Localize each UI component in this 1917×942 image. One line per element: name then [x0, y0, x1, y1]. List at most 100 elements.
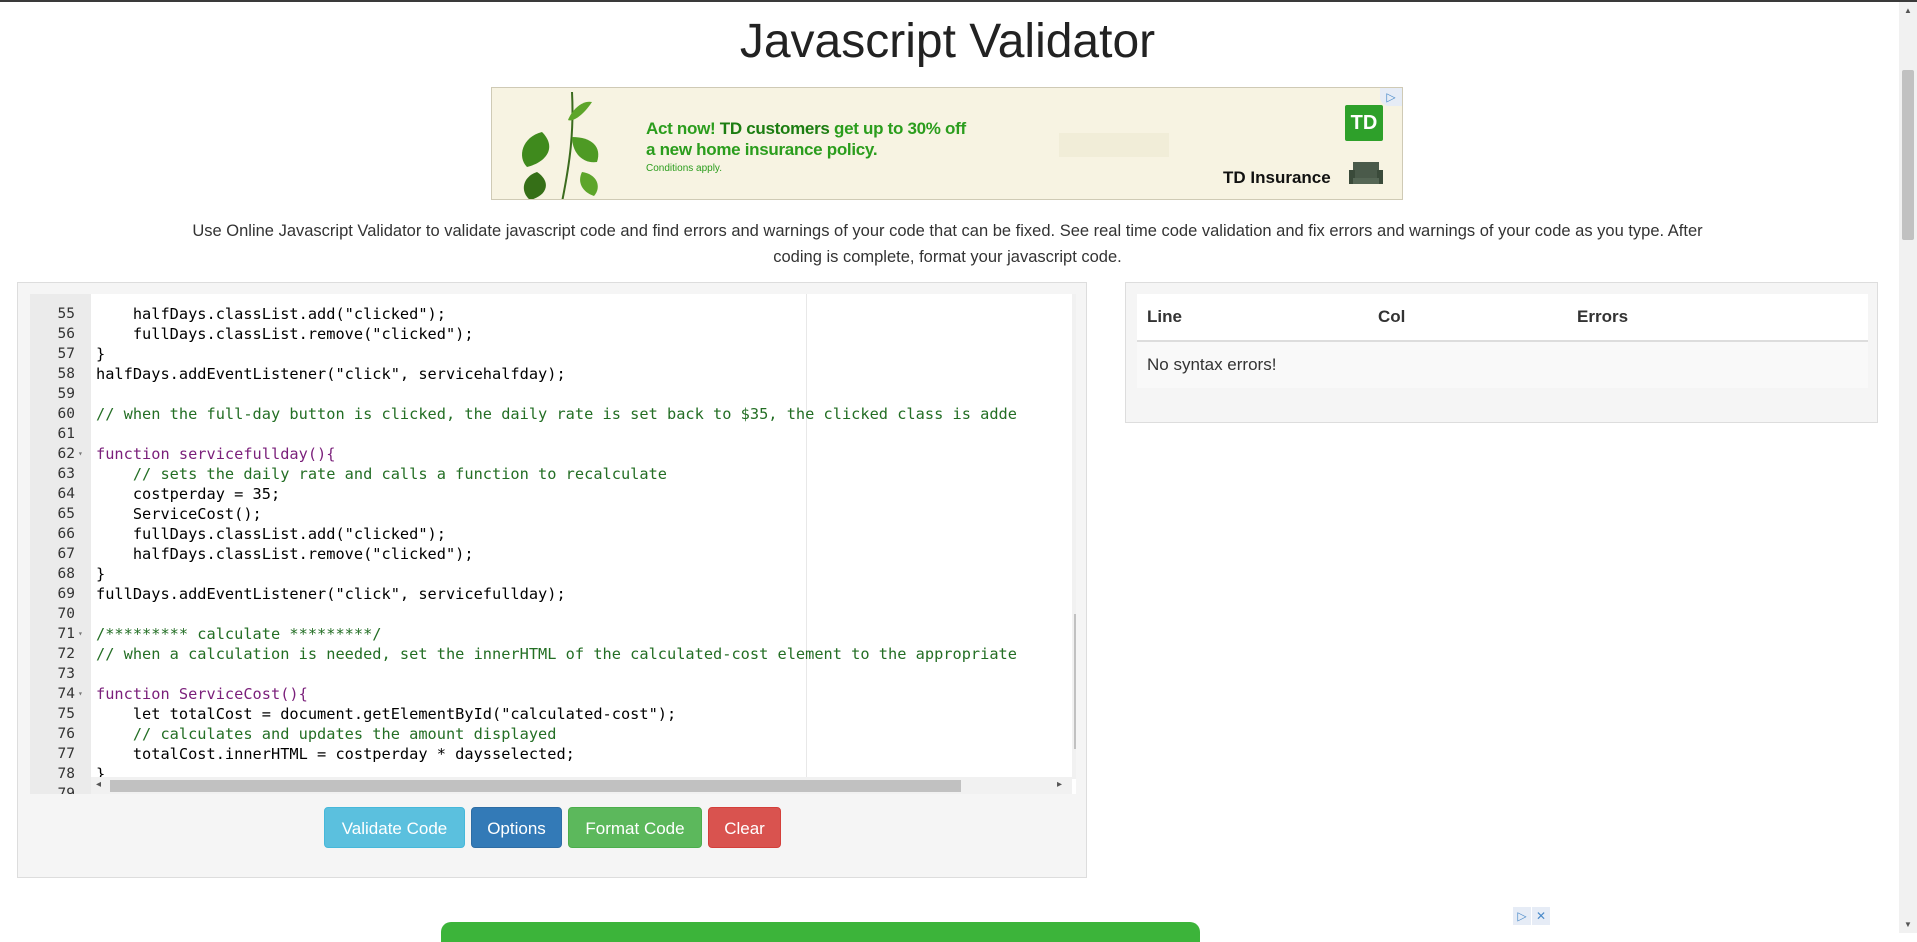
close-ad-icon[interactable]: ✕ [1532, 907, 1550, 925]
armchair-icon [1349, 162, 1383, 184]
column-header-errors: Errors [1577, 307, 1629, 326]
line-number: 60 [57, 406, 75, 422]
column-header-line: Line [1147, 307, 1182, 326]
line-number: 70 [57, 606, 75, 622]
code-line[interactable]: 67 halfDays.classList.remove("clicked"); [30, 544, 1076, 564]
code-line[interactable]: 76 // calculates and updates the amount … [30, 724, 1076, 744]
code-line[interactable]: 56 fullDays.classList.remove("clicked"); [30, 324, 1076, 344]
code-line[interactable]: 57} [30, 344, 1076, 364]
page-scroll-thumb[interactable] [1902, 70, 1914, 240]
code-line[interactable]: 65 ServiceCost(); [30, 504, 1076, 524]
code-text: fullDays.addEventListener("click", servi… [96, 585, 566, 603]
options-button[interactable]: Options [471, 807, 562, 848]
code-line[interactable]: 71 ▾ /********* calculate *********/ [30, 624, 1076, 644]
code-text: halfDays.classList.add("clicked"); [96, 305, 446, 323]
line-number: 75 [57, 706, 75, 722]
code-line[interactable]: 75 let totalCost = document.getElementBy… [30, 704, 1076, 724]
code-text: fullDays.classList.add("clicked"); [96, 525, 446, 543]
line-number: 78 [57, 766, 75, 782]
ad-banner[interactable]: Act now! TD customers get up to 30% off … [491, 87, 1403, 200]
page-scroll-up-icon[interactable]: ▲ [1904, 6, 1912, 15]
line-number: 67 [57, 546, 75, 562]
code-text: // when a calculation is needed, set the… [96, 645, 1017, 663]
line-number: 66 [57, 526, 75, 542]
code-text: } [96, 345, 106, 363]
code-text: /********* calculate *********/ [96, 625, 382, 643]
code-line[interactable]: 69 fullDays.addEventListener("click", ser… [30, 584, 1076, 604]
code-line[interactable]: 66 fullDays.classList.add("clicked"); [30, 524, 1076, 544]
line-number: 57 [57, 346, 75, 362]
line-number: 79 [57, 786, 75, 794]
line-number: 63 [57, 466, 75, 482]
code-text: // when the full-day button is clicked, … [96, 405, 1017, 423]
code-line[interactable]: 55 halfDays.classList.add("clicked"); [30, 304, 1076, 324]
line-number: 65 [57, 506, 75, 522]
line-number: 62 [57, 446, 75, 462]
code-line[interactable]: 72 // when a calculation is needed, set t… [30, 644, 1076, 664]
code-line[interactable]: 59 [30, 384, 1076, 404]
fold-arrow-icon[interactable]: ▾ [78, 684, 83, 704]
results-panel: Line Col Errors No syntax errors! [1125, 282, 1878, 423]
editor-horizontal-scrollbar[interactable]: ◂ ▸ [91, 777, 1072, 794]
code-line[interactable]: 74 ▾ function ServiceCost(){ [30, 684, 1076, 704]
page-title: Javascript Validator [739, 15, 1156, 68]
code-line[interactable]: 62 ▾ function servicefullday(){ [30, 444, 1076, 464]
line-number: 74 [57, 686, 75, 702]
code-line[interactable]: 68} [30, 564, 1076, 584]
line-number: 59 [57, 386, 75, 402]
code-line[interactable]: 73 [30, 664, 1076, 684]
line-number: 77 [57, 746, 75, 762]
code-line[interactable]: 70 [30, 604, 1076, 624]
code-line[interactable]: 64 costperday = 35; [30, 484, 1076, 504]
results-row: No syntax errors! [1137, 342, 1868, 388]
code-text: let totalCost = document.getElementById(… [96, 705, 677, 723]
format-code-button[interactable]: Format Code [568, 807, 702, 848]
validate-code-button[interactable]: Validate Code [324, 807, 465, 848]
page-description: Use Online Javascript Validator to valid… [192, 222, 1703, 266]
page-scroll-down-icon[interactable]: ▼ [1904, 920, 1912, 929]
ad-brand: TD Insurance [1223, 168, 1331, 187]
results-header-row: Line Col Errors [1137, 294, 1868, 342]
editor-vertical-scrollbar[interactable]: ▲ ▼ [1072, 294, 1076, 779]
code-editor[interactable]: 55 halfDays.classList.add("clicked"); 56 … [30, 294, 1076, 794]
code-line[interactable]: 61 [30, 424, 1076, 444]
page-vertical-scrollbar[interactable]: ▲ ▼ [1899, 2, 1917, 933]
code-line[interactable]: 63 // sets the daily rate and calls a fu… [30, 464, 1076, 484]
line-number: 61 [57, 426, 75, 442]
ad-faded-button[interactable] [1059, 133, 1169, 157]
line-number: 72 [57, 646, 75, 662]
code-text: halfDays.classList.remove("clicked"); [96, 545, 474, 563]
line-number: 68 [57, 566, 75, 582]
code-text: halfDays.addEventListener("click", servi… [96, 365, 566, 383]
scroll-right-icon[interactable]: ▸ [1057, 779, 1062, 790]
ad-info-icon[interactable]: ▷ [1380, 88, 1402, 106]
clear-button[interactable]: Clear [708, 807, 781, 848]
line-number: 76 [57, 726, 75, 742]
code-text: } [96, 565, 106, 583]
code-line[interactable]: 77 totalCost.innerHTML = costperday * da… [30, 744, 1076, 764]
editor-vertical-scroll-thumb[interactable] [1074, 614, 1076, 749]
results-table: Line Col Errors No syntax errors! [1137, 294, 1868, 388]
line-number: 73 [57, 666, 75, 682]
code-text: // calculates and updates the amount dis… [96, 725, 557, 743]
browser-top-border [0, 0, 1917, 2]
code-text: ServiceCost(); [96, 505, 262, 523]
editor-horizontal-scroll-thumb[interactable] [110, 780, 961, 792]
plant-leaves-icon [522, 92, 599, 199]
code-line[interactable]: 60 // when the full-day button is clicked… [30, 404, 1076, 424]
scroll-left-icon[interactable]: ◂ [96, 779, 101, 790]
ad-choices[interactable]: ▷ ✕ [1513, 907, 1553, 927]
code-line[interactable]: 58 halfDays.addEventListener("click", ser… [30, 364, 1076, 384]
line-number: 64 [57, 486, 75, 502]
code-text: function ServiceCost(){ [96, 685, 308, 703]
code-lines[interactable]: 55 halfDays.classList.add("clicked"); 56 … [30, 304, 1076, 794]
ad-headline: Act now! TD customers get up to 30% off … [646, 119, 966, 159]
code-text: totalCost.innerHTML = costperday * dayss… [96, 745, 575, 763]
fold-arrow-icon[interactable]: ▾ [78, 624, 83, 644]
code-text: // sets the daily rate and calls a funct… [96, 465, 667, 483]
bottom-ad-bar[interactable] [441, 922, 1200, 942]
no-errors-message: No syntax errors! [1147, 355, 1277, 374]
editor-panel: 55 halfDays.classList.add("clicked"); 56 … [17, 282, 1087, 878]
fold-arrow-icon[interactable]: ▾ [78, 444, 83, 464]
ad-choices-icon[interactable]: ▷ [1513, 907, 1531, 925]
